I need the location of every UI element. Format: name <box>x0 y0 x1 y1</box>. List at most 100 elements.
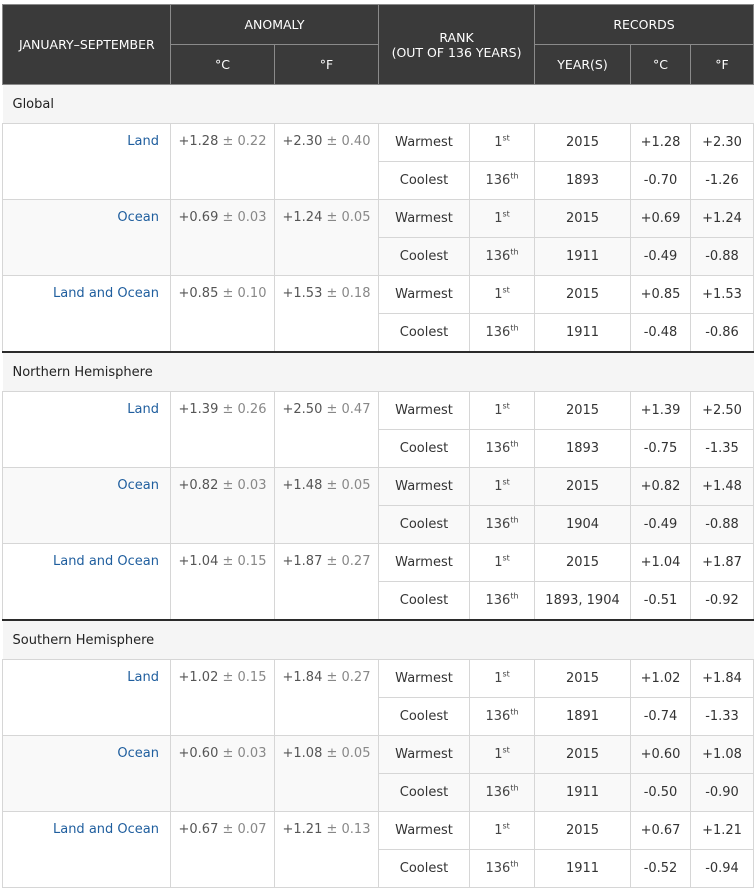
uncertainty: ± 0.03 <box>222 746 267 761</box>
anomaly-value: +0.85 <box>178 286 219 301</box>
rank-label-warmest: Warmest <box>378 659 470 698</box>
page: { "header": { "period": "JANUARY–SEPTEMB… <box>0 4 755 890</box>
anomaly-c-cell: +1.39 ± 0.26 <box>170 391 275 468</box>
location-link[interactable]: Land <box>2 391 171 468</box>
record-year: 1911 <box>534 313 632 353</box>
rank-cell: 1st <box>468 811 536 850</box>
anomaly-f-cell: +1.21 ± 0.13 <box>274 811 379 888</box>
anomaly-f-header: °F <box>274 44 379 85</box>
records-c-header: °C <box>630 44 692 85</box>
location-link[interactable]: Land <box>2 123 171 200</box>
anomaly-value: +1.08 <box>282 746 323 761</box>
record-year: 1893 <box>534 429 632 468</box>
record-c: -0.70 <box>630 161 692 200</box>
anomaly-f-cell: +2.30 ± 0.40 <box>274 123 379 200</box>
table-row: Land +1.28 ± 0.22 +2.30 ± 0.40 Warmest 1st 20… <box>2 123 755 200</box>
anomaly-value: +1.53 <box>282 286 323 301</box>
uncertainty: ± 0.27 <box>326 670 371 685</box>
rank-cell: 136th <box>468 237 536 276</box>
rank-label-coolest: Coolest <box>378 697 470 736</box>
record-f: -0.88 <box>690 505 755 544</box>
rank-cell: 136th <box>468 581 536 621</box>
location-link[interactable]: Land and Ocean <box>2 275 171 353</box>
rank-cell: 1st <box>468 123 536 162</box>
records-f-header: °F <box>690 44 755 85</box>
record-year: 2015 <box>534 275 632 314</box>
records-header: RECORDS <box>534 4 755 45</box>
table-row: Land and Ocean +0.67 ± 0.07 +1.21 ± 0.13 Wa… <box>2 811 755 888</box>
record-year: 1891 <box>534 697 632 736</box>
anomaly-header: ANOMALY <box>170 4 379 45</box>
rank-cell: 1st <box>468 543 536 582</box>
record-c: +0.85 <box>630 275 692 314</box>
location-link[interactable]: Land and Ocean <box>2 543 171 621</box>
uncertainty: ± 0.05 <box>326 478 371 493</box>
region-row: Northern Hemisphere <box>2 351 754 392</box>
rank-label-warmest: Warmest <box>378 199 470 238</box>
uncertainty: ± 0.05 <box>326 746 371 761</box>
region-title: Global <box>2 84 754 124</box>
record-f: +2.50 <box>690 391 755 430</box>
rank-label-coolest: Coolest <box>378 505 470 544</box>
record-f: +1.48 <box>690 467 755 506</box>
record-f: +1.84 <box>690 659 755 698</box>
record-f: -0.94 <box>690 849 755 888</box>
table-row: Land and Ocean +1.04 ± 0.15 +1.87 ± 0.27 Wa… <box>2 543 755 621</box>
anomaly-f-cell: +1.24 ± 0.05 <box>274 199 379 276</box>
uncertainty: ± 0.13 <box>326 822 371 837</box>
anomaly-c-cell: +1.02 ± 0.15 <box>170 659 275 736</box>
uncertainty: ± 0.26 <box>222 402 267 417</box>
uncertainty: ± 0.15 <box>222 670 267 685</box>
table-row: Ocean +0.69 ± 0.03 +1.24 ± 0.05 Warmest 1st 2… <box>2 199 755 276</box>
uncertainty: ± 0.03 <box>222 210 267 225</box>
uncertainty: ± 0.27 <box>326 554 371 569</box>
location-link[interactable]: Ocean <box>2 467 171 544</box>
record-f: -0.86 <box>690 313 755 353</box>
record-year: 1911 <box>534 237 632 276</box>
uncertainty: ± 0.22 <box>222 134 267 149</box>
rank-cell: 136th <box>468 505 536 544</box>
rank-cell: 136th <box>468 697 536 736</box>
anomaly-value: +1.48 <box>282 478 323 493</box>
record-f: +1.53 <box>690 275 755 314</box>
anomaly-f-cell: +1.53 ± 0.18 <box>274 275 379 353</box>
rank-title: RANK <box>439 29 474 45</box>
record-f: +1.08 <box>690 735 755 774</box>
record-c: +1.04 <box>630 543 692 582</box>
record-f: -1.35 <box>690 429 755 468</box>
record-f: -1.33 <box>690 697 755 736</box>
record-c: -0.50 <box>630 773 692 812</box>
rank-label-coolest: Coolest <box>378 849 470 888</box>
uncertainty: ± 0.40 <box>326 134 371 149</box>
anomaly-value: +0.67 <box>178 822 219 837</box>
rank-header: RANK (OUT OF 136 YEARS) <box>377 4 536 85</box>
uncertainty: ± 0.07 <box>222 822 267 837</box>
anomaly-value: +2.50 <box>282 402 323 417</box>
record-c: -0.49 <box>630 505 692 544</box>
table-row: Land +1.02 ± 0.15 +1.84 ± 0.27 Warmest 1st 20… <box>2 659 755 736</box>
location-link[interactable]: Land and Ocean <box>2 811 171 888</box>
record-c: +1.02 <box>630 659 692 698</box>
record-f: -0.90 <box>690 773 755 812</box>
anomaly-value: +1.21 <box>282 822 323 837</box>
record-f: -0.88 <box>690 237 755 276</box>
table-row: Land and Ocean +0.85 ± 0.10 +1.53 ± 0.18 Wa… <box>2 275 755 353</box>
record-year: 1911 <box>534 849 632 888</box>
record-c: -0.51 <box>630 581 692 621</box>
rank-label-coolest: Coolest <box>378 581 470 621</box>
location-link[interactable]: Land <box>2 659 171 736</box>
record-c: +0.67 <box>630 811 692 850</box>
uncertainty: ± 0.47 <box>326 402 371 417</box>
location-link[interactable]: Ocean <box>2 199 171 276</box>
table-row: Ocean +0.60 ± 0.03 +1.08 ± 0.05 Warmest 1st 2… <box>2 735 755 812</box>
record-f: +1.24 <box>690 199 755 238</box>
record-c: -0.74 <box>630 697 692 736</box>
record-year: 1904 <box>534 505 632 544</box>
record-year: 1893 <box>534 161 632 200</box>
record-year: 1911 <box>534 773 632 812</box>
anomaly-value: +1.02 <box>178 670 219 685</box>
record-c: -0.49 <box>630 237 692 276</box>
rank-cell: 136th <box>468 773 536 812</box>
rank-label-coolest: Coolest <box>378 773 470 812</box>
location-link[interactable]: Ocean <box>2 735 171 812</box>
